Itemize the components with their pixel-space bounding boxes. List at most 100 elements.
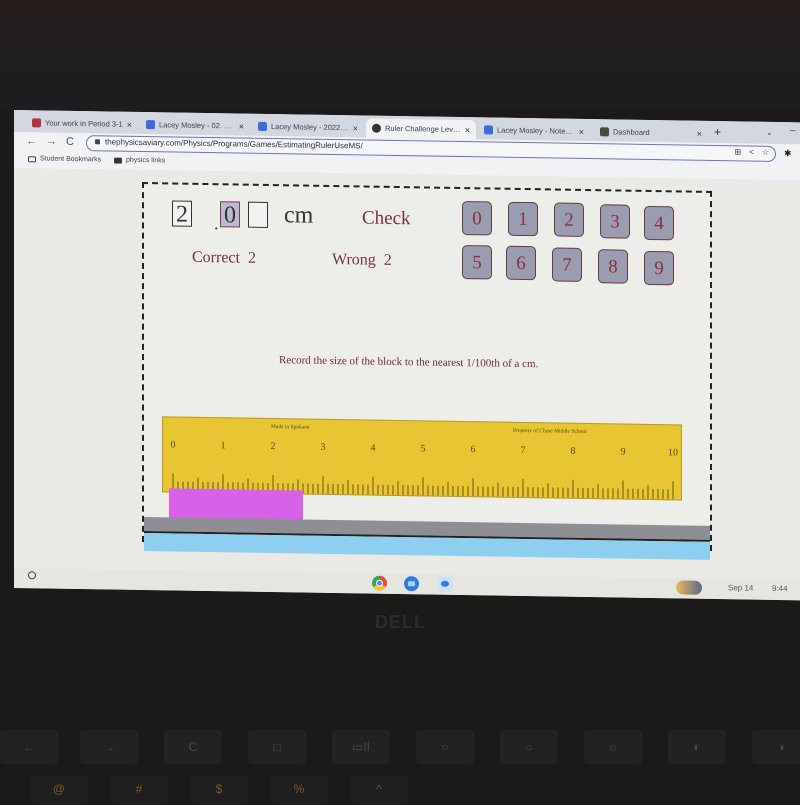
docs-icon [146, 120, 155, 130]
key-overview: ▭II [332, 730, 390, 764]
dashboard-icon [600, 127, 609, 137]
keypad-4[interactable]: 4 [644, 205, 674, 241]
keypad-9[interactable]: 9 [644, 250, 674, 286]
keypad-1[interactable]: 1 [508, 201, 538, 237]
chrome-icon[interactable] [372, 575, 387, 591]
docs-icon [258, 121, 267, 131]
ruler-owner-text: Property of Chase Middle School [513, 427, 587, 435]
tab-title: Your work in Period 3-1 [45, 118, 123, 129]
answer-digit-hundredths[interactable] [248, 201, 268, 228]
correct-count: 2 [247, 249, 256, 267]
keypad-0[interactable]: 0 [462, 201, 492, 236]
bookmark-label: physics links [126, 156, 166, 165]
close-icon[interactable]: × [579, 126, 584, 136]
date-text[interactable]: Sep 14 [728, 583, 753, 592]
ruler-number-5: 5 [420, 443, 426, 455]
time-text[interactable]: 9:44 [772, 584, 788, 593]
classroom-icon [32, 118, 41, 128]
key-volume-down: ◐ [668, 730, 726, 764]
measured-block[interactable] [169, 488, 303, 521]
correct-label: Correct [192, 248, 240, 267]
extensions-icon[interactable]: ✱ [784, 148, 792, 159]
reload-icon[interactable]: C [66, 136, 74, 148]
keypad-3[interactable]: 3 [600, 204, 630, 239]
ruler-maker-text: Made in Spokane [271, 424, 310, 431]
close-icon[interactable]: × [465, 125, 470, 135]
lock-icon [95, 139, 100, 145]
ruler-number-4: 4 [370, 442, 376, 454]
close-icon[interactable]: × [239, 121, 244, 131]
dell-logo: DELL [375, 612, 426, 632]
decimal-point: . [214, 213, 219, 234]
ruler-number-10: 10 [668, 447, 678, 459]
keypad-6[interactable]: 6 [506, 245, 536, 281]
key-refresh: C [164, 730, 222, 764]
correct-score: Correct 2 [192, 249, 256, 268]
bookmark-student-bookmarks[interactable]: Student Bookmarks [28, 155, 101, 163]
key-brightness-down: ○ [416, 730, 474, 764]
star-icon[interactable]: ☆ [762, 148, 769, 157]
unit-label: cm [284, 202, 314, 229]
check-button[interactable]: Check [362, 207, 411, 230]
tab-dashboard[interactable]: Dashboard × [594, 122, 708, 143]
laptop-bezel [0, 0, 800, 110]
minimize-icon[interactable]: – [790, 125, 796, 136]
account-avatar[interactable] [676, 580, 702, 595]
tab-docs-notes[interactable]: Lacey Mosley - Notes 4 × [478, 120, 590, 141]
function-key-row: ← → C □ ▭II ○ ○ ☼ ◐ ◑ [0, 730, 800, 770]
launcher-icon[interactable] [28, 571, 36, 580]
bookmark-label: Student Bookmarks [40, 155, 102, 164]
key-brightness-up: ○ [500, 730, 558, 764]
key-mute: ☼ [584, 730, 642, 764]
screen: Your work in Period 3-1 × Lacey Mosley -… [14, 110, 800, 601]
tab-docs-cold[interactable]: Lacey Mosley - 02. Cold × [140, 115, 250, 136]
close-icon[interactable]: × [127, 119, 132, 129]
ruler-number-3: 3 [320, 441, 326, 453]
ruler-number-9: 9 [620, 446, 626, 458]
keypad-5[interactable]: 5 [462, 245, 492, 280]
share-icon[interactable]: < [749, 148, 754, 157]
bookmark-physics-links[interactable]: physics links [114, 156, 166, 165]
tab-classroom[interactable]: Your work in Period 3-1 × [26, 113, 138, 134]
app-icon[interactable] [438, 576, 453, 592]
ruler-number-0: 0 [170, 439, 176, 451]
folder-icon [114, 157, 122, 164]
forward-icon[interactable]: → [46, 136, 57, 148]
tab-search-chevron-icon[interactable]: ⌄ [766, 128, 773, 137]
tab-title: Lacey Mosley - 2022-20 [271, 122, 349, 133]
ruler-number-6: 6 [470, 444, 476, 456]
ruler-number-8: 8 [570, 445, 576, 457]
instructions-text: Record the size of the block to the near… [279, 354, 539, 371]
close-icon[interactable]: × [697, 128, 702, 138]
tab-title: Ruler Challenge Level 2 [385, 123, 461, 135]
ruler-number-2: 2 [270, 441, 276, 453]
new-tab-button[interactable]: + [714, 125, 721, 139]
tab-ruler-challenge[interactable]: Ruler Challenge Level 2 × [366, 118, 476, 140]
files-icon[interactable] [404, 576, 419, 592]
close-icon[interactable]: × [353, 123, 358, 133]
key-fullscreen: □ [248, 730, 306, 764]
tab-docs-2022[interactable]: Lacey Mosley - 2022-20 × [252, 117, 364, 138]
ruler: Made in Spokane Property of Chase Middle… [162, 416, 682, 501]
ruler-game: 2 . 0 cm Check Correct 2 Wrong 2 0 1 2 3… [142, 182, 712, 560]
wrong-label: Wrong [332, 250, 376, 269]
answer-digit-ones[interactable]: 2 [172, 200, 192, 228]
answer-digit-tenths[interactable]: 0 [220, 201, 240, 228]
back-icon[interactable]: ← [26, 135, 37, 147]
ruler-number-7: 7 [520, 444, 526, 457]
key-back: ← [0, 730, 58, 764]
keypad-2[interactable]: 2 [554, 202, 584, 237]
tab-title: Dashboard [613, 127, 650, 137]
key-volume-up: ◑ [752, 730, 800, 764]
ruler-number-1: 1 [220, 440, 226, 452]
tab-title: Lacey Mosley - 02. Cold [159, 120, 235, 131]
qr-code-icon[interactable]: ⊞ [734, 147, 741, 156]
url-text: thephysicsaviary.com/Physics/Programs/Ga… [105, 137, 363, 151]
globe-icon [372, 123, 381, 133]
folder-icon [28, 155, 36, 162]
wrong-count: 2 [383, 251, 392, 269]
tab-title: Lacey Mosley - Notes 4 [497, 125, 575, 136]
keypad-8[interactable]: 8 [598, 249, 628, 284]
wrong-score: Wrong 2 [332, 251, 392, 270]
keypad-7[interactable]: 7 [552, 247, 582, 282]
